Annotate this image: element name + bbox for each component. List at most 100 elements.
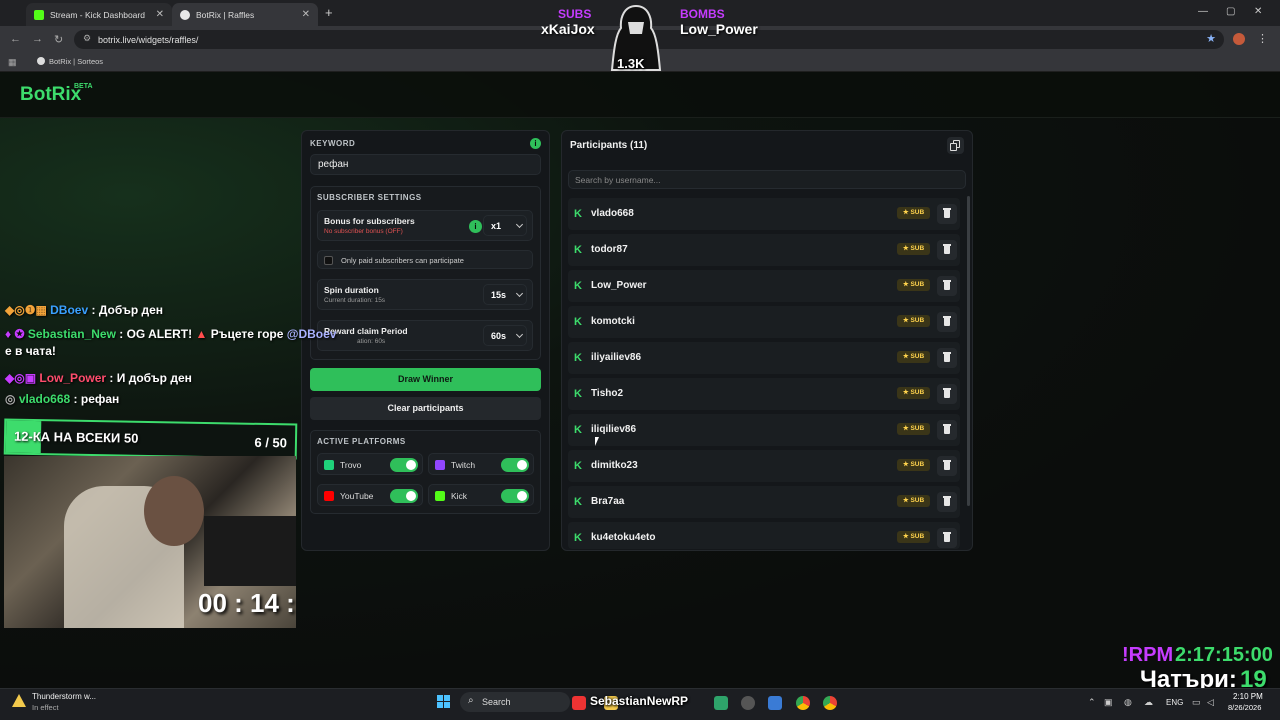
- tray-app-icon[interactable]: ☁: [1144, 697, 1153, 708]
- clock-date: 8/26/2026: [1228, 703, 1262, 712]
- delete-icon[interactable]: [937, 456, 957, 476]
- chat-username: Sebastian_New: [27, 327, 116, 341]
- spin-duration-select[interactable]: 15s: [483, 284, 527, 305]
- tray-chevron-icon[interactable]: ⌃: [1088, 697, 1096, 708]
- chat-username: vlado668: [18, 392, 71, 406]
- back-icon[interactable]: ←: [10, 33, 21, 45]
- weather-title[interactable]: Thunderstorm w...: [32, 692, 96, 701]
- taskbar-search[interactable]: ⌕ Search: [460, 692, 570, 712]
- participant-row: K Low_Power ★ SUB: [568, 270, 960, 302]
- chat-message: Ръцете горе: [210, 327, 284, 341]
- kick-icon: K: [574, 280, 582, 292]
- subscriber-settings-title: SUBSCRIBER SETTINGS: [317, 193, 422, 202]
- close-tab-icon[interactable]: ✕: [302, 9, 310, 20]
- delete-icon[interactable]: [937, 204, 957, 224]
- delete-icon[interactable]: [937, 276, 957, 296]
- kick-icon: K: [574, 244, 582, 256]
- bookmark-botrix[interactable]: BotRix | Sorteos: [49, 57, 103, 66]
- kick-icon: K: [574, 496, 582, 508]
- chevron-down-icon: [515, 220, 524, 229]
- webcam-feed: 00 : 14 :: [4, 456, 296, 628]
- app-taskbar-icon[interactable]: [768, 696, 782, 710]
- delete-icon[interactable]: [937, 492, 957, 512]
- weather-warning-icon[interactable]: [12, 694, 26, 707]
- trovo-toggle[interactable]: [390, 458, 418, 472]
- trovo-icon: [324, 460, 334, 470]
- siren-icon: ▲: [195, 327, 211, 341]
- participant-row: K Tisho2 ★ SUB: [568, 378, 960, 410]
- info-icon[interactable]: i: [530, 138, 541, 149]
- only-paid-checkbox[interactable]: [324, 256, 333, 265]
- weather-subtitle: In effect: [32, 703, 59, 712]
- maximize-icon[interactable]: ▢: [1226, 6, 1235, 17]
- chat-message: е в чата!: [5, 344, 56, 358]
- youtube-taskbar-icon[interactable]: [572, 696, 586, 710]
- bonus-multiplier-select[interactable]: x1: [483, 215, 527, 236]
- obs-icon[interactable]: [741, 696, 755, 710]
- close-window-icon[interactable]: ✕: [1254, 6, 1262, 17]
- kick-favicon-icon: [34, 9, 44, 20]
- chrome-icon[interactable]: [796, 696, 810, 710]
- sub-badge-label: SUB: [910, 245, 925, 252]
- tab-kick-dashboard[interactable]: Stream - Kick Dashboard ✕: [26, 3, 172, 26]
- chat-badges-icon: ◆◎▣: [5, 371, 37, 385]
- sub-badge-label: SUB: [910, 389, 925, 396]
- forward-icon[interactable]: →: [32, 33, 43, 45]
- new-tab-icon[interactable]: +: [325, 5, 333, 20]
- goal-bar: 12-КА НА ВСЕКИ 50 6 / 50: [3, 418, 298, 460]
- search-icon: ⌕: [468, 695, 474, 706]
- volume-icon[interactable]: ◁: [1207, 697, 1214, 708]
- tab-botrix-raffles[interactable]: BotRix | Raffles ✕: [172, 3, 318, 26]
- keyword-input[interactable]: рефан: [310, 154, 541, 175]
- reload-icon[interactable]: ↻: [54, 33, 63, 46]
- apps-grid-icon[interactable]: ▦: [8, 57, 17, 68]
- sub-badge-label: SUB: [910, 281, 925, 288]
- profile-avatar[interactable]: [1233, 33, 1245, 45]
- youtube-toggle[interactable]: [390, 489, 418, 503]
- tray-app-icon[interactable]: ◍: [1124, 697, 1132, 708]
- sub-badge-label: SUB: [910, 317, 925, 324]
- clock-time[interactable]: 2:10 PM: [1233, 692, 1263, 701]
- chat-badges-icon: ♦ ✪: [5, 327, 25, 341]
- clear-participants-button[interactable]: Clear participants: [310, 397, 541, 420]
- claim-period-value: 60s: [491, 331, 507, 341]
- chat-badges-icon: ◎: [5, 392, 16, 406]
- app-logo[interactable]: BotRix: [20, 84, 81, 106]
- sub-badge: ★ SUB: [897, 531, 930, 543]
- chrome-icon[interactable]: [823, 696, 837, 710]
- chat-message: OG ALERT!: [126, 327, 193, 341]
- minimize-icon[interactable]: —: [1198, 6, 1208, 17]
- close-tab-icon[interactable]: ✕: [156, 9, 164, 20]
- tray-app-icon[interactable]: ▣: [1104, 697, 1113, 708]
- app-taskbar-icon[interactable]: [714, 696, 728, 710]
- claim-period-select[interactable]: 60s: [483, 325, 527, 346]
- site-info-icon[interactable]: ⚙: [83, 33, 91, 44]
- participant-search-input[interactable]: Search by username...: [568, 170, 966, 189]
- sub-badge: ★ SUB: [897, 387, 930, 399]
- chat-mention: @DBoev: [286, 327, 337, 341]
- kick-toggle[interactable]: [501, 489, 529, 503]
- language-indicator[interactable]: ENG: [1166, 698, 1183, 707]
- delete-icon[interactable]: [937, 528, 957, 548]
- chat-username: Low_Power: [39, 371, 107, 385]
- app-header: [0, 72, 1280, 118]
- delete-icon[interactable]: [937, 348, 957, 368]
- start-icon[interactable]: [437, 695, 451, 709]
- claim-subtitle: ation: 60s: [357, 338, 386, 345]
- delete-icon[interactable]: [937, 420, 957, 440]
- copy-icon[interactable]: [947, 137, 964, 154]
- botrix-favicon-icon: [180, 9, 190, 20]
- chat-line: ◆◎▣ Low_Power : И добър ден: [5, 371, 192, 385]
- delete-icon[interactable]: [937, 312, 957, 332]
- search-placeholder: Search by username...: [575, 175, 661, 185]
- browser-menu-icon[interactable]: ⋮: [1257, 32, 1268, 45]
- info-icon[interactable]: i: [469, 220, 482, 233]
- kick-icon: K: [574, 208, 582, 220]
- twitch-toggle[interactable]: [501, 458, 529, 472]
- draw-winner-button[interactable]: Draw Winner: [310, 368, 541, 391]
- network-icon[interactable]: ▭: [1192, 697, 1201, 708]
- delete-icon[interactable]: [937, 240, 957, 260]
- bookmark-star-icon[interactable]: ★: [1206, 32, 1216, 45]
- delete-icon[interactable]: [937, 384, 957, 404]
- participants-scrollbar[interactable]: [967, 196, 970, 506]
